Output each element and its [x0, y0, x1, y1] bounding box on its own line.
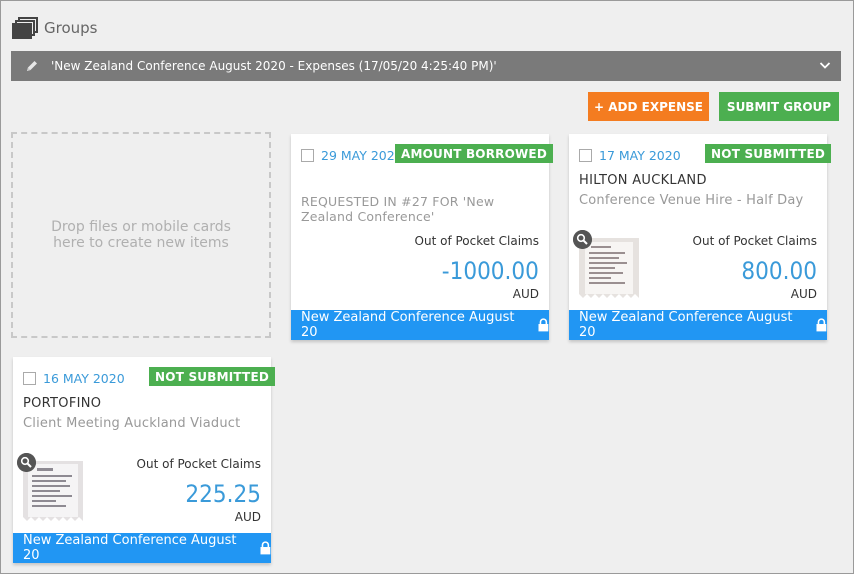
expense-description: Conference Venue Hire - Half Day [579, 193, 804, 208]
add-expense-button[interactable]: + ADD EXPENSE [588, 92, 709, 121]
card-group-footer[interactable]: New Zealand Conference August 20 [569, 310, 827, 340]
expense-currency: AUD [234, 510, 261, 524]
expense-currency: AUD [512, 287, 539, 301]
expense-card[interactable]: 29 MAY 2020 AMOUNT BORROWED REQUESTED IN… [291, 134, 553, 340]
select-checkbox[interactable] [23, 372, 36, 385]
expense-category: Out of Pocket Claims [692, 234, 817, 248]
page-header: Groups [12, 15, 97, 41]
receipt-thumbnail[interactable] [579, 238, 639, 300]
expense-amount: 225.25 [185, 480, 261, 508]
merchant-name: PORTOFINO [23, 396, 102, 411]
expense-category: Out of Pocket Claims [136, 457, 261, 471]
expense-card[interactable]: 16 MAY 2020 NOT SUBMITTED PORTOFINO Clie… [13, 357, 275, 563]
group-title-bar[interactable]: 'New Zealand Conference August 2020 - Ex… [11, 51, 841, 81]
expense-card[interactable]: 17 MAY 2020 NOT SUBMITTED HILTON AUCKLAN… [569, 134, 831, 340]
select-checkbox[interactable] [579, 149, 592, 162]
group-name: New Zealand Conference August 20 [301, 310, 515, 340]
expense-date: 17 MAY 2020 [599, 148, 681, 163]
select-checkbox[interactable] [301, 149, 314, 162]
expense-category: Out of Pocket Claims [414, 234, 539, 248]
status-badge: NOT SUBMITTED [705, 144, 831, 163]
expense-description: Client Meeting Auckland Viaduct [23, 416, 241, 431]
pencil-icon[interactable] [25, 59, 39, 73]
zoom-receipt-icon[interactable] [573, 230, 592, 249]
zoom-receipt-icon[interactable] [17, 453, 36, 472]
expense-date: 29 MAY 2020 [321, 148, 403, 163]
receipt-thumbnail[interactable] [23, 461, 83, 523]
card-group-footer[interactable]: New Zealand Conference August 20 [13, 533, 271, 563]
dropzone-text-line1: Drop files or mobile cards [51, 219, 231, 235]
card-group-footer[interactable]: New Zealand Conference August 20 [291, 310, 549, 340]
submit-group-button[interactable]: SUBMIT GROUP [719, 92, 839, 121]
file-dropzone[interactable]: Drop files or mobile cards here to creat… [11, 132, 271, 338]
group-name: New Zealand Conference August 20 [579, 310, 793, 340]
groups-icon [12, 17, 38, 39]
expense-currency: AUD [790, 287, 817, 301]
status-badge: AMOUNT BORROWED [394, 144, 553, 163]
dropzone-text-line2: here to create new items [53, 235, 229, 251]
status-badge: NOT SUBMITTED [149, 367, 275, 386]
group-title: 'New Zealand Conference August 2020 - Ex… [51, 59, 497, 73]
expense-amount: -1000.00 [441, 257, 539, 285]
lock-icon [816, 318, 827, 332]
page-title: Groups [44, 19, 98, 37]
chevron-down-icon[interactable] [819, 59, 831, 71]
lock-icon [260, 541, 271, 555]
group-name: New Zealand Conference August 20 [23, 533, 237, 563]
merchant-name: HILTON AUCKLAND [579, 173, 707, 188]
lock-icon [538, 318, 549, 332]
expense-date: 16 MAY 2020 [43, 371, 125, 386]
expense-amount: 800.00 [741, 257, 817, 285]
expense-description: REQUESTED IN #27 FOR 'New Zealand Confer… [301, 194, 495, 224]
